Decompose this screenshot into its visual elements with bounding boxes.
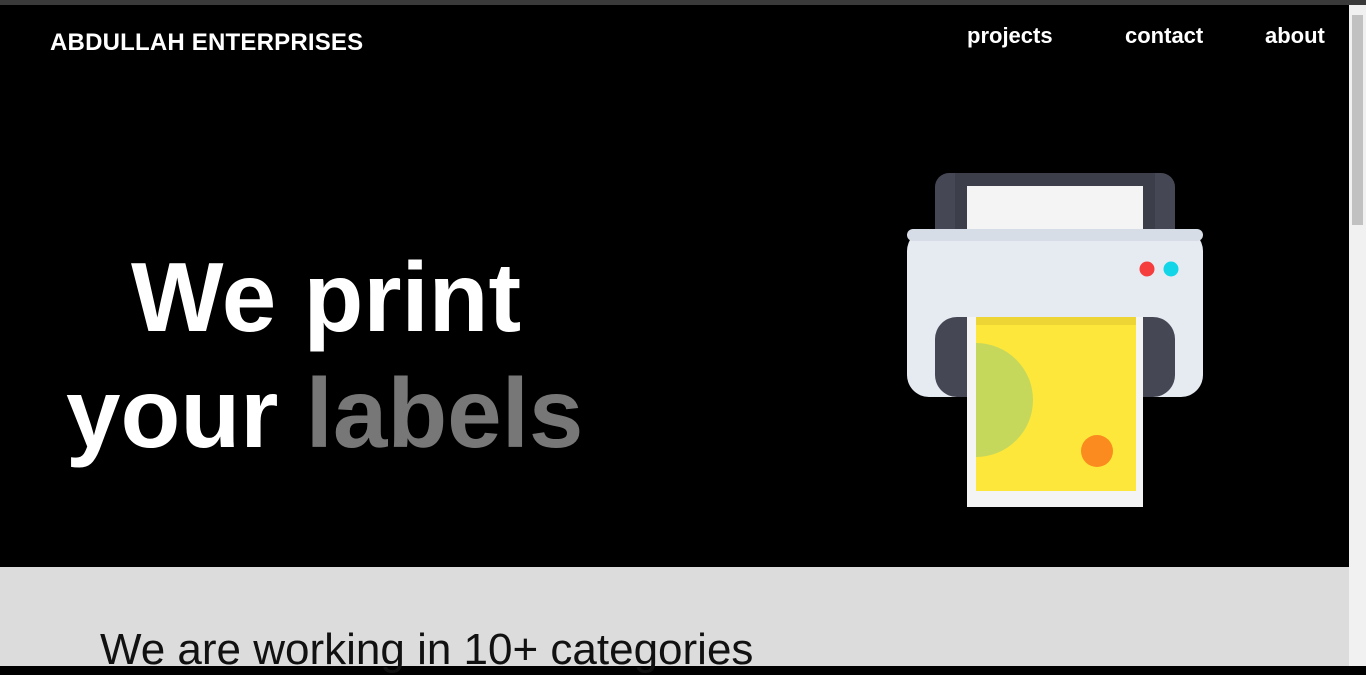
categories-heading: We are working in 10+ categories [100,625,754,674]
hero-headline: We print your labels [66,239,583,471]
printer-icon [907,173,1203,507]
headline-line-1: We print [131,242,522,352]
headline-accent-text: labels [305,358,584,468]
brand-logo[interactable]: ABDULLAH ENTERPRISES [50,29,363,57]
scrollbar-thumb[interactable] [1352,15,1363,225]
nav-link-contact[interactable]: contact [1125,23,1203,49]
categories-section: We are working in 10+ categories [0,567,1349,674]
vertical-scrollbar[interactable] [1349,5,1366,666]
nav-link-about[interactable]: about [1265,23,1325,49]
hero-section: ABDULLAH ENTERPRISES projects contact ab… [0,5,1349,567]
nav-link-projects[interactable]: projects [967,23,1053,49]
headline-line-2: your labels [66,358,583,468]
headline-plain-text: your [66,358,306,468]
